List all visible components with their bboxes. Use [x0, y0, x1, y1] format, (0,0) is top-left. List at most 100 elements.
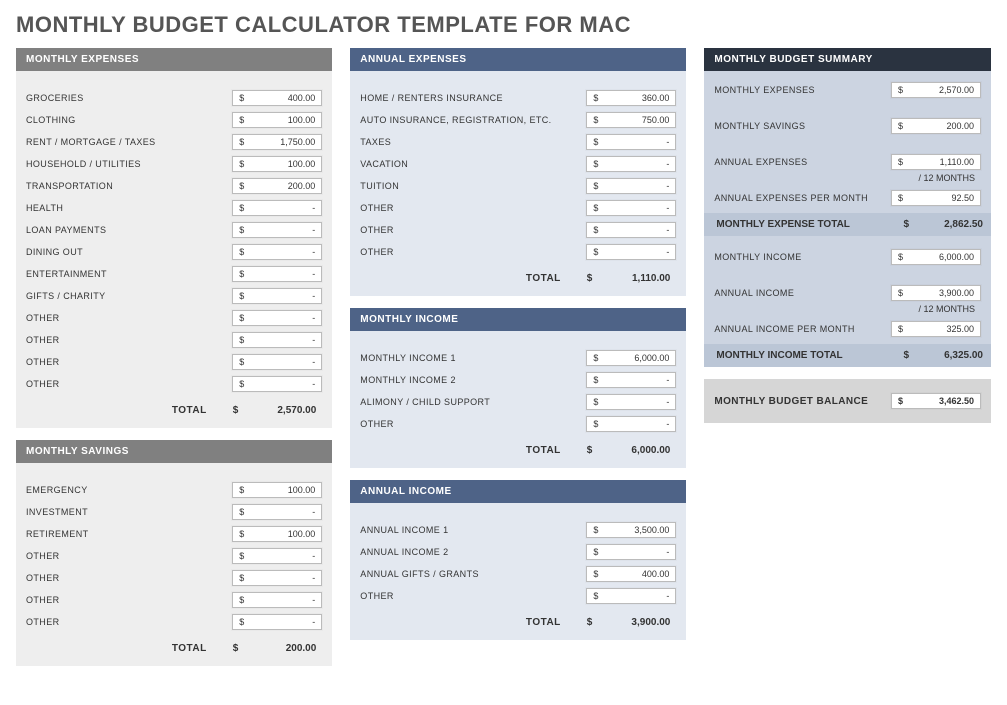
value: -: [666, 375, 669, 385]
value-cell[interactable]: $-: [232, 332, 322, 348]
value-cell[interactable]: $-: [232, 354, 322, 370]
value: 100.00: [288, 115, 316, 125]
columns: MONTHLY EXPENSES GROCERIES$400.00CLOTHIN…: [16, 48, 991, 666]
table-row: OTHER$-: [26, 547, 322, 565]
value-cell[interactable]: $360.00: [586, 90, 676, 106]
value-cell[interactable]: $-: [586, 244, 676, 260]
value-cell[interactable]: $1,750.00: [232, 134, 322, 150]
value-cell[interactable]: $-: [586, 200, 676, 216]
value-cell[interactable]: $-: [232, 570, 322, 586]
currency-symbol: $: [898, 396, 903, 406]
table-row: OTHER$-: [360, 587, 676, 605]
table-row: TRANSPORTATION$200.00: [26, 177, 322, 195]
value-cell[interactable]: $-: [232, 266, 322, 282]
value-cell[interactable]: $ 325.00: [891, 321, 981, 337]
value-cell[interactable]: $400.00: [586, 566, 676, 582]
value-cell[interactable]: $-: [232, 310, 322, 326]
value-cell[interactable]: $ 200.00: [891, 118, 981, 134]
row-label: MONTHLY INCOME TOTAL: [712, 350, 842, 361]
currency-symbol: $: [898, 193, 903, 203]
value-cell[interactable]: $-: [586, 372, 676, 388]
value-cell[interactable]: $-: [586, 178, 676, 194]
value-cell[interactable]: $100.00: [232, 156, 322, 172]
currency-symbol: $: [239, 93, 244, 103]
value-cell[interactable]: $ 92.50: [891, 190, 981, 206]
value-cell[interactable]: $-: [232, 504, 322, 520]
value-cell[interactable]: $-: [586, 156, 676, 172]
value-cell[interactable]: $3,500.00: [586, 522, 676, 538]
row-label: MONTHLY EXPENSE TOTAL: [712, 219, 850, 230]
value-cell[interactable]: $-: [232, 592, 322, 608]
table-row: ENTERTAINMENT$-: [26, 265, 322, 283]
currency-symbol: $: [239, 291, 244, 301]
value-cell[interactable]: $100.00: [232, 112, 322, 128]
value-cell[interactable]: $-: [232, 614, 322, 630]
value-cell[interactable]: $-: [232, 288, 322, 304]
value-cell[interactable]: $-: [232, 376, 322, 392]
summary-row-annual-income: ANNUAL INCOME $ 3,900.00: [714, 284, 981, 302]
table-row: TUITION$-: [360, 177, 676, 195]
value-cell[interactable]: $-: [586, 394, 676, 410]
currency-symbol: $: [898, 252, 903, 262]
value-cell[interactable]: $-: [586, 588, 676, 604]
summary-row-monthly-income: MONTHLY INCOME $ 6,000.00: [714, 248, 981, 266]
row-label: RENT / MORTGAGE / TAXES: [26, 137, 156, 147]
currency-symbol: $: [239, 203, 244, 213]
value-cell[interactable]: $-: [232, 200, 322, 216]
value-cell[interactable]: $-: [232, 548, 322, 564]
value-cell[interactable]: $6,000.00: [586, 350, 676, 366]
currency-symbol: $: [239, 573, 244, 583]
total-label: TOTAL: [172, 405, 207, 416]
value-cell[interactable]: $750.00: [586, 112, 676, 128]
value: -: [312, 573, 315, 583]
value: -: [666, 203, 669, 213]
value-cell[interactable]: $-: [586, 544, 676, 560]
value-cell[interactable]: $-: [586, 134, 676, 150]
row-label: MONTHLY EXPENSES: [714, 85, 815, 95]
currency-symbol: $: [593, 525, 598, 535]
balance-label: MONTHLY BUDGET BALANCE: [714, 396, 868, 407]
currency-symbol: $: [239, 617, 244, 627]
row-label: OTHER: [360, 247, 394, 257]
value-cell[interactable]: $ 6,000.00: [891, 249, 981, 265]
value-cell[interactable]: $400.00: [232, 90, 322, 106]
value: 92.50: [951, 193, 974, 203]
row-label: ANNUAL INCOME: [714, 288, 794, 298]
currency-symbol: $: [593, 569, 598, 579]
currency-symbol: $: [239, 507, 244, 517]
panel-annual-income: ANNUAL INCOME ANNUAL INCOME 1$3,500.00AN…: [350, 480, 686, 640]
value-cell[interactable]: $-: [232, 222, 322, 238]
currency-symbol: $: [898, 288, 903, 298]
value-cell[interactable]: $-: [232, 244, 322, 260]
column-left: MONTHLY EXPENSES GROCERIES$400.00CLOTHIN…: [16, 48, 332, 666]
currency-symbol: $: [233, 405, 239, 416]
value-cell[interactable]: $ 2,570.00: [891, 82, 981, 98]
currency-symbol: $: [239, 247, 244, 257]
value-cell[interactable]: $ 1,110.00: [891, 154, 981, 170]
value: 400.00: [288, 93, 316, 103]
table-row: HOME / RENTERS INSURANCE$360.00: [360, 89, 676, 107]
value-cell[interactable]: $ 3,462.50: [891, 393, 981, 409]
row-label: LOAN PAYMENTS: [26, 225, 106, 235]
value-cell[interactable]: $200.00: [232, 178, 322, 194]
table-row: MONTHLY INCOME 1$6,000.00: [360, 349, 676, 367]
value-cell[interactable]: $-: [586, 416, 676, 432]
value: 400.00: [642, 569, 670, 579]
currency-symbol: $: [593, 225, 598, 235]
value-cell[interactable]: $100.00: [232, 482, 322, 498]
value-cell[interactable]: $ 3,900.00: [891, 285, 981, 301]
row-label: ANNUAL EXPENSES: [714, 157, 807, 167]
value-cell[interactable]: $-: [586, 222, 676, 238]
value: -: [312, 335, 315, 345]
table-row: VACATION$-: [360, 155, 676, 173]
value: 325.00: [946, 324, 974, 334]
value-cell[interactable]: $100.00: [232, 526, 322, 542]
currency-symbol: $: [898, 121, 903, 131]
table-row: DINING OUT $-: [26, 243, 322, 261]
row-label: DINING OUT: [26, 247, 83, 257]
row-label: TAXES: [360, 137, 391, 147]
value: 2,862.50: [923, 219, 983, 230]
row-label: ANNUAL GIFTS / GRANTS: [360, 569, 479, 579]
table-row: OTHER$-: [360, 415, 676, 433]
table-row: OTHER$-: [360, 221, 676, 239]
